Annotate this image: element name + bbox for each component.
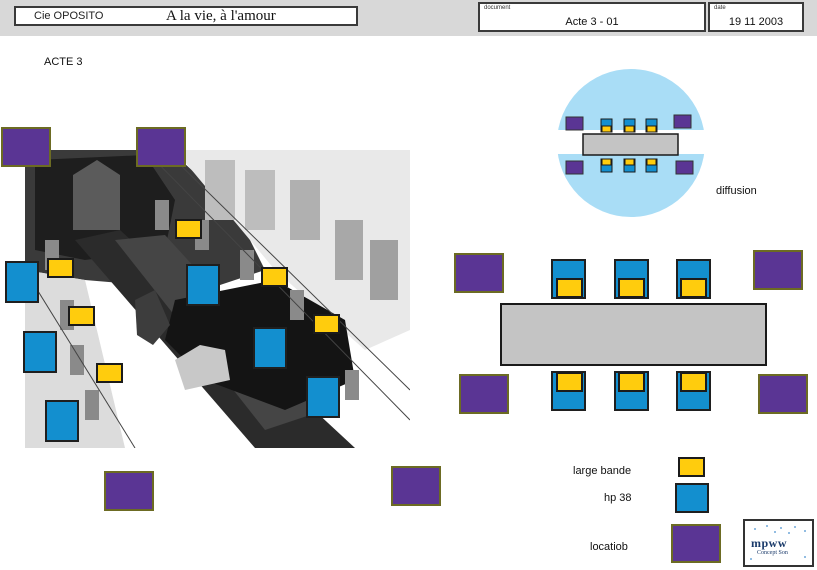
location-speaker-4 <box>391 466 441 506</box>
hp38-speaker-1 <box>5 261 39 303</box>
plan-large-bande-bottom-1 <box>556 372 583 392</box>
legend-hp38-swatch <box>675 483 709 513</box>
hp38-speaker-2 <box>23 331 57 373</box>
large-bande-speaker-5 <box>313 314 340 334</box>
show-title: A la vie, à l'amour <box>166 8 276 24</box>
company-name: Cie OPOSITO <box>34 10 104 22</box>
hp38-speaker-6 <box>306 376 340 418</box>
date-label: date <box>714 5 726 11</box>
mpww-logo: mpww Concept Son <box>743 519 814 567</box>
diffusion-label: diffusion <box>716 185 757 197</box>
legend-location-swatch <box>671 524 721 563</box>
document-label: document <box>484 5 511 11</box>
location-speaker-3 <box>104 471 154 511</box>
plan-location-speaker-1 <box>454 253 504 293</box>
plan-large-bande-bottom-3 <box>680 372 707 392</box>
plan-location-speaker-3 <box>459 374 509 414</box>
location-speaker-1 <box>1 127 51 167</box>
plan-large-bande-top-2 <box>618 278 645 298</box>
stage-platform <box>500 303 767 366</box>
large-bande-speaker-1 <box>175 219 202 239</box>
logo-wordmark: mpww <box>751 536 788 550</box>
large-bande-speaker-6 <box>96 363 123 383</box>
plan-large-bande-bottom-2 <box>618 372 645 392</box>
date-box: date 19 11 2003 <box>708 2 804 32</box>
large-bande-speaker-2 <box>47 258 74 278</box>
legend-location-label: locatiob <box>590 541 628 553</box>
logo-subtitle: Concept Son <box>757 550 788 556</box>
plan-large-bande-top-1 <box>556 278 583 298</box>
hp38-speaker-3 <box>45 400 79 442</box>
large-bande-speaker-3 <box>261 267 288 287</box>
title-block: Cie OPOSITO A la vie, à l'amour document… <box>0 0 817 36</box>
legend-hp38-label: hp 38 <box>604 492 632 504</box>
legend-large-bande-swatch <box>678 457 705 477</box>
legend-large-bande-label: large bande <box>573 465 632 477</box>
date-value: 19 11 2003 <box>728 16 784 28</box>
diffusion-diagram <box>556 69 706 217</box>
act-label: ACTE 3 <box>44 56 83 68</box>
large-bande-speaker-4 <box>68 306 95 326</box>
plan-location-speaker-4 <box>758 374 808 414</box>
location-speaker-2 <box>136 127 186 167</box>
plan-large-bande-top-3 <box>680 278 707 298</box>
plan-location-speaker-2 <box>753 250 803 290</box>
document-box: document Acte 3 - 01 <box>478 2 706 32</box>
hp38-speaker-4 <box>186 264 220 306</box>
title-box: Cie OPOSITO A la vie, à l'amour <box>14 6 358 26</box>
document-value: Acte 3 - 01 <box>565 16 619 28</box>
hp38-speaker-5 <box>253 327 287 369</box>
